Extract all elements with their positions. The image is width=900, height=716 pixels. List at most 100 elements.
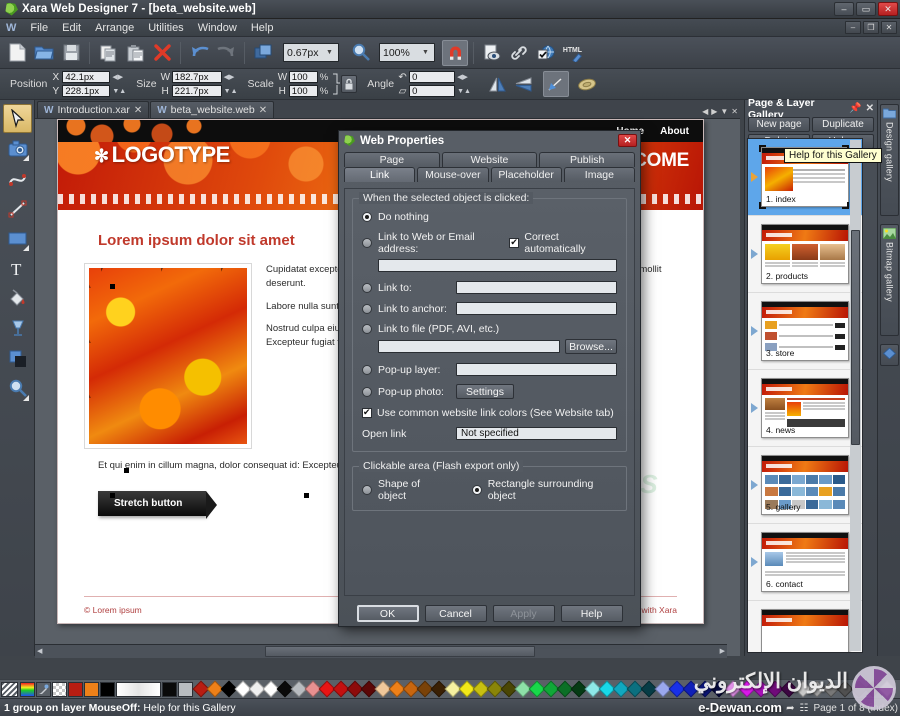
- text-tool[interactable]: T: [3, 254, 32, 283]
- y-input[interactable]: 228.1px: [62, 85, 111, 97]
- dialog-ok-button[interactable]: OK: [356, 605, 419, 622]
- tab-beta-website[interactable]: W beta_website.web ✕: [150, 101, 275, 118]
- palette-swatch-red[interactable]: [68, 681, 83, 697]
- photo-tool[interactable]: [3, 134, 32, 163]
- radio-link-file[interactable]: [362, 324, 372, 334]
- page-thumbnail-4[interactable]: 4. news: [761, 378, 849, 438]
- website-check-button[interactable]: [533, 40, 559, 66]
- dialog-tab-publish[interactable]: Publish: [539, 152, 636, 167]
- html-export-button[interactable]: HTML: [560, 40, 586, 66]
- delete-button[interactable]: [149, 40, 175, 66]
- menu-utilities[interactable]: Utilities: [141, 21, 190, 35]
- gallery-page-partial[interactable]: [748, 601, 862, 652]
- option-link-web-row[interactable]: Link to Web or Email address: Correct au…: [362, 231, 617, 255]
- scroll-right-icon[interactable]: ▶: [720, 647, 725, 655]
- bitmap-gallery-tab[interactable]: Bitmap gallery: [880, 224, 899, 336]
- mdi-restore-button[interactable]: ❐: [863, 21, 879, 34]
- copy-button[interactable]: [95, 40, 121, 66]
- y-spinner[interactable]: ▼▲: [112, 88, 126, 95]
- zoom-tool-button[interactable]: [348, 40, 374, 66]
- new-page-button[interactable]: New page: [748, 117, 810, 132]
- checker-transparency-icon[interactable]: [52, 681, 67, 697]
- option-link-to-row[interactable]: Link to:: [362, 281, 617, 294]
- dialog-help-button[interactable]: Help: [560, 605, 623, 622]
- open-link-dropdown[interactable]: Not specified: [456, 427, 617, 440]
- tab-close-all-icon[interactable]: ✕: [731, 107, 738, 116]
- gallery-page-gallery[interactable]: 5. gallery: [748, 447, 862, 524]
- mdi-minimize-button[interactable]: –: [845, 21, 861, 34]
- option-popup-layer-row[interactable]: Pop-up layer:: [362, 363, 617, 376]
- skew-input[interactable]: 0: [409, 85, 456, 97]
- width-input[interactable]: 182.7px: [171, 71, 222, 83]
- rectangle-tool[interactable]: [3, 224, 32, 253]
- diagonal-arrow-button[interactable]: [542, 71, 569, 97]
- fill-gallery-tab[interactable]: [880, 344, 899, 366]
- expand-triangle-icon[interactable]: [751, 172, 758, 182]
- link-to-dropdown[interactable]: [456, 281, 617, 294]
- no-color-icon[interactable]: [1, 681, 18, 697]
- web-address-input[interactable]: [378, 259, 617, 272]
- page-thumbnail-7[interactable]: [761, 609, 849, 652]
- zoom-tool[interactable]: [3, 374, 32, 403]
- transparency-tool[interactable]: [3, 314, 32, 343]
- fill-tool[interactable]: [3, 284, 32, 313]
- aspect-lock-button[interactable]: [341, 75, 358, 93]
- radio-rectangle-surrounding[interactable]: [471, 485, 482, 495]
- radio-link-web[interactable]: [362, 238, 372, 248]
- selection-handle-bl[interactable]: [110, 493, 115, 498]
- close-button[interactable]: ✕: [878, 2, 898, 16]
- palette-swatch-black2[interactable]: [162, 681, 177, 697]
- pin-icon[interactable]: 📌: [849, 103, 861, 114]
- palette-swatch-orange[interactable]: [84, 681, 99, 697]
- design-gallery-tab[interactable]: Design gallery: [880, 104, 899, 216]
- x-input[interactable]: 42.1px: [62, 71, 111, 83]
- maximize-button[interactable]: ▭: [856, 2, 876, 16]
- checkbox-correct-automatically[interactable]: [509, 237, 520, 248]
- menu-edit[interactable]: Edit: [55, 21, 88, 35]
- open-document-button[interactable]: [31, 40, 57, 66]
- tab-navigation[interactable]: ◀ ▶ ▼ ✕: [702, 107, 738, 116]
- horizontal-scroll-thumb[interactable]: [265, 646, 535, 657]
- flip-vertical-button[interactable]: [511, 71, 537, 97]
- tab-close-2[interactable]: ✕: [259, 105, 267, 116]
- dialog-tab-mouseover[interactable]: Mouse-over: [417, 167, 489, 182]
- checkbox-common-link-colors[interactable]: [362, 407, 372, 418]
- gallery-page-list[interactable]: 1. index 2. products 3. store 4. news 5.…: [747, 138, 863, 653]
- snap-to-grid-button[interactable]: [442, 39, 468, 66]
- selection-handle-tl[interactable]: [110, 284, 115, 289]
- palette-gradient-white[interactable]: [116, 681, 161, 697]
- preview-button[interactable]: [479, 40, 505, 66]
- gallery-scroll-thumb[interactable]: [851, 230, 860, 445]
- selection-handle-inner[interactable]: [124, 468, 129, 473]
- duplicate-page-button[interactable]: Duplicate: [812, 117, 874, 132]
- paste-button[interactable]: [122, 40, 148, 66]
- link-file-input[interactable]: [378, 340, 560, 353]
- gallery-page-store[interactable]: 3. store: [748, 293, 862, 370]
- tab-scroll-right-icon[interactable]: ▶: [711, 107, 717, 116]
- menu-arrange[interactable]: Arrange: [88, 21, 141, 35]
- option-popup-photo-row[interactable]: Pop-up photo: Settings: [362, 384, 617, 399]
- page-thumbnail-3[interactable]: 3. store: [761, 301, 849, 361]
- shadow-tool[interactable]: [3, 344, 32, 373]
- menu-help[interactable]: Help: [244, 21, 281, 35]
- expand-triangle-icon-6[interactable]: [751, 557, 758, 567]
- dialog-tab-placeholder[interactable]: Placeholder: [490, 167, 562, 182]
- site-photo-frame[interactable]: [84, 263, 252, 449]
- dialog-tab-image[interactable]: Image: [563, 167, 635, 182]
- radio-popup-layer[interactable]: [362, 364, 372, 375]
- popup-layer-dropdown[interactable]: [456, 363, 617, 376]
- gallery-page-news[interactable]: 4. news: [748, 370, 862, 447]
- close-icon[interactable]: ✕: [866, 103, 874, 114]
- paperclip-button[interactable]: [575, 71, 601, 97]
- tab-scroll-left-icon[interactable]: ◀: [702, 107, 708, 116]
- radio-do-nothing[interactable]: [362, 212, 372, 222]
- page-thumbnail-6[interactable]: 6. contact: [761, 532, 849, 592]
- option-link-file-row[interactable]: Link to file (PDF, AVI, etc.): [362, 323, 617, 335]
- zoom-level-combo[interactable]: 100% ▼: [379, 43, 435, 62]
- nav-item-about[interactable]: About: [660, 126, 689, 137]
- web-link-button[interactable]: [506, 40, 532, 66]
- x-spinner[interactable]: ◀▶: [112, 73, 123, 81]
- browse-button[interactable]: Browse...: [565, 339, 617, 354]
- expand-triangle-icon-5[interactable]: [751, 480, 758, 490]
- color-picker-icon[interactable]: [20, 681, 35, 697]
